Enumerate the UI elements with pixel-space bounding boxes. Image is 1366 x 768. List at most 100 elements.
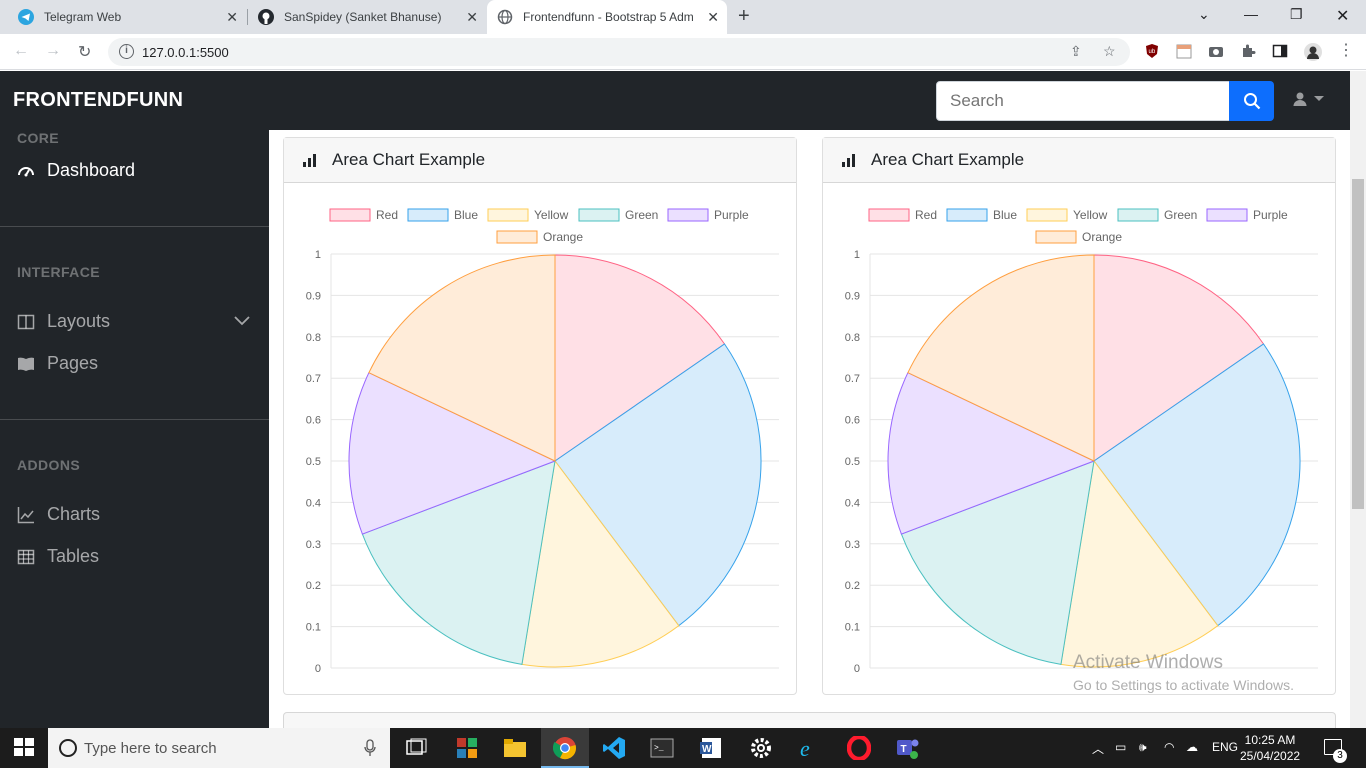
activate-windows-title: Activate Windows [1073,652,1223,673]
legend-swatch [946,208,988,222]
y-tick-label: 0.7 [306,373,321,385]
sidebar-item-label: Pages [47,353,99,373]
tray-chevron-up-icon[interactable]: ︿ [1092,740,1104,757]
close-icon[interactable]: ✕ [226,9,238,26]
chart-bar-icon [302,153,318,167]
legend-swatch [1026,208,1068,222]
search-button[interactable] [1229,81,1274,121]
teams-icon[interactable]: T [896,736,920,760]
cloud-icon[interactable]: ☁ [1186,740,1198,754]
y-tick-label: 0 [854,663,860,675]
sidebar-heading-addons: ADDONS [17,457,81,473]
chart-card-2: Area Chart Example 0 0.1 0.2 0.3 0.4 0.5 0.6 0.… [822,137,1336,695]
sidebar-item-pages[interactable]: Pages [17,353,98,374]
brand-logo[interactable]: FRONTENDFUNN [13,89,183,112]
chrome-icon [553,737,576,760]
opera-icon[interactable] [847,736,871,760]
svg-text:>_: >_ [654,744,664,753]
svg-text:W: W [702,744,712,755]
chrome-taskbar-active[interactable] [541,728,589,768]
legend-swatch [578,208,620,222]
restore-icon[interactable]: ❐ [1290,6,1303,23]
y-tick-label: 0.9 [845,290,860,302]
reload-icon[interactable]: ↻ [78,42,91,62]
internet-explorer-icon[interactable]: e [798,736,822,760]
legend-swatch [496,230,538,244]
close-icon[interactable]: ✕ [466,9,478,26]
sidebar: CORE Dashboard INTERFACE Layouts Pages A… [0,130,269,728]
legend-label: Orange [1082,230,1122,244]
y-tick-label: 0.1 [306,622,321,634]
bookmark-star-icon[interactable]: ☆ [1103,43,1116,60]
page-scrollbar[interactable] [1350,71,1366,728]
close-icon[interactable]: ✕ [707,9,719,26]
taskbar-clock[interactable]: 10:25 AM 25/04/2022 [1240,732,1300,764]
chevron-down-icon[interactable] [234,316,250,326]
taskbar-search[interactable]: Type here to search [48,728,390,768]
y-tick-label: 0.2 [845,580,860,592]
user-menu-toggle[interactable] [1292,91,1324,107]
tab-github[interactable]: SanSpidey (Sanket Bhanuse) ✕ [248,0,486,34]
volume-icon[interactable]: 🕪 [1139,740,1147,755]
winrar-icon[interactable] [455,736,479,760]
camera-icon[interactable] [1208,43,1224,59]
search-input[interactable] [936,81,1230,121]
legend-swatch [1206,208,1248,222]
new-tab-icon[interactable]: + [738,5,750,28]
share-icon[interactable]: ⇪ [1070,43,1082,60]
windows-taskbar: Type here to search >_ W e T ︿ ▭ 🕪 ◠ ☁ E… [0,728,1366,768]
url-text[interactable]: 127.0.0.1:5500 [142,45,229,60]
pie-chart[interactable]: 0 0.1 0.2 0.3 0.4 0.5 0.6 0.7 0.8 0.9 1 Red Blue Yell… [823,184,1335,694]
microphone-icon[interactable] [364,739,376,757]
sidebar-item-layouts[interactable]: Layouts [17,311,110,332]
forward-icon[interactable]: → [45,42,61,60]
word-icon[interactable]: W [699,736,723,760]
back-icon[interactable]: ← [13,42,29,60]
y-tick-label: 0.4 [306,497,321,509]
tab-search-chevron-icon[interactable]: ⌄ [1198,6,1210,23]
data-table-card-partial [283,712,1336,728]
browser-tab-bar: Telegram Web ✕ SanSpidey (Sanket Bhanuse… [0,0,1366,34]
y-tick-label: 0.8 [845,332,860,344]
file-explorer-icon[interactable] [503,736,527,760]
sidebar-item-dashboard[interactable]: Dashboard [17,160,135,181]
settings-gear-icon[interactable] [749,736,773,760]
browser-menu-icon[interactable]: ⋮ [1338,40,1354,60]
tachometer-icon [17,162,35,180]
battery-icon[interactable]: ▭ [1115,740,1126,754]
ublock-icon[interactable]: ub [1144,43,1160,59]
profile-avatar-icon[interactable] [1304,43,1322,61]
search-circle-icon [59,739,77,757]
y-tick-label: 0.9 [306,290,321,302]
network-icon[interactable]: ◠ [1164,740,1174,754]
y-tick-label: 0.1 [845,622,860,634]
legend-label: Purple [714,208,749,222]
sidebar-item-tables[interactable]: Tables [17,546,99,567]
vscode-icon[interactable] [602,736,626,760]
sidebar-item-charts[interactable]: Charts [17,504,100,525]
legend-swatch [1117,208,1159,222]
chart-bar-icon [841,153,857,167]
legend-swatch [487,208,529,222]
scrollbar-thumb[interactable] [1352,179,1364,509]
tab-telegram[interactable]: Telegram Web ✕ [8,0,246,34]
terminal-icon[interactable]: >_ [650,736,674,760]
extensions-puzzle-icon[interactable] [1240,43,1256,59]
task-view-icon[interactable] [404,736,428,760]
windows-start-icon[interactable] [13,736,37,760]
tab-title: Telegram Web [44,10,122,24]
omnibox[interactable]: i 127.0.0.1:5500 ⇪ ☆ [108,38,1130,66]
notification-count-badge: 3 [1333,749,1347,763]
extension-calendar-icon[interactable] [1176,43,1192,59]
minimize-icon[interactable]: — [1244,6,1258,22]
y-tick-label: 1 [854,249,860,261]
legend-swatch [407,208,449,222]
window-close-icon[interactable]: ✕ [1336,6,1349,26]
sidebar-heading-core: CORE [17,130,60,146]
y-tick-label: 0.7 [845,373,860,385]
site-info-icon[interactable]: i [119,44,134,59]
tab-frontendfunn[interactable]: Frontendfunn - Bootstrap 5 Adm ✕ [487,0,727,34]
pie-chart[interactable]: 0 0.1 0.2 0.3 0.4 0.5 0.6 0.7 0.8 0.9 1 Red Blue Yell… [284,184,796,694]
side-panel-icon[interactable] [1272,43,1288,59]
language-indicator[interactable]: ENG [1212,740,1238,754]
